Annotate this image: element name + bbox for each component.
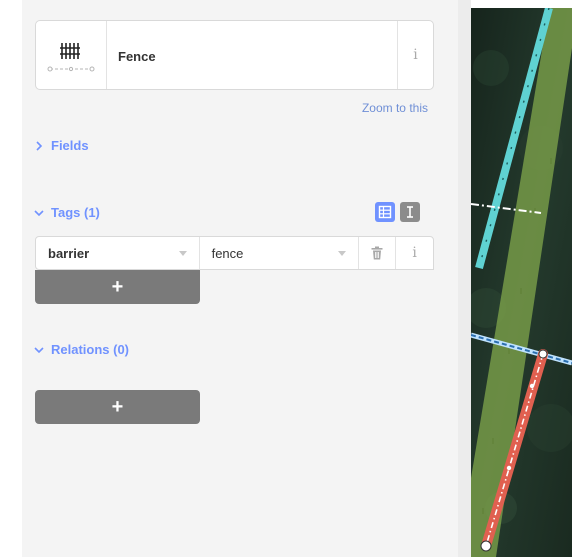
map-view[interactable]	[471, 8, 572, 557]
map-canvas[interactable]	[471, 8, 572, 557]
chevron-down-icon	[34, 346, 44, 353]
chevron-down-icon	[34, 209, 44, 216]
list-view-toggle[interactable]	[375, 202, 395, 222]
vertex-node[interactable]	[538, 349, 548, 359]
relations-section-toggle[interactable]: Relations (0)	[33, 342, 129, 357]
trash-icon	[371, 246, 383, 260]
list-view-icon	[378, 205, 392, 219]
vertex-node[interactable]	[506, 465, 512, 471]
fields-section-toggle[interactable]: Fields	[33, 138, 89, 153]
tag-value-value: fence	[211, 245, 244, 261]
plus-icon: +	[111, 275, 124, 298]
preset-card[interactable]: Fence i	[35, 20, 434, 90]
vertex-node[interactable]	[529, 383, 535, 389]
preset-icon-box	[36, 21, 107, 89]
chevron-down-icon	[338, 251, 347, 256]
info-icon: i	[412, 245, 417, 261]
tag-info-button[interactable]: i	[396, 237, 433, 269]
tag-key-value: barrier	[48, 245, 90, 261]
fence-icon	[47, 43, 95, 72]
app-root: Fence i Zoom to this Fields Tags (1) bar…	[0, 0, 572, 557]
relations-section-label: Relations (0)	[51, 342, 130, 357]
panel-divider[interactable]	[458, 0, 471, 557]
plus-icon: +	[111, 395, 124, 418]
preset-info-button[interactable]: i	[397, 21, 433, 89]
zoom-to-this-link[interactable]: Zoom to this	[362, 101, 428, 115]
tag-row: barrier fence i	[35, 236, 434, 270]
vertex-node[interactable]	[480, 540, 492, 552]
chevron-right-icon	[36, 140, 43, 151]
fields-section-label: Fields	[51, 138, 89, 153]
tags-section-toggle[interactable]: Tags (1)	[33, 205, 100, 220]
tag-key-input[interactable]: barrier	[36, 237, 200, 269]
info-icon: i	[413, 47, 418, 63]
preset-name: Fence	[118, 49, 156, 64]
tag-value-input[interactable]: fence	[200, 237, 360, 269]
delete-tag-button[interactable]	[359, 237, 397, 269]
chevron-down-icon	[178, 251, 187, 256]
text-view-toggle[interactable]	[400, 202, 420, 222]
add-relation-button[interactable]: +	[35, 390, 200, 424]
add-tag-button[interactable]: +	[35, 270, 200, 304]
text-view-icon	[407, 206, 413, 218]
tags-section-label: Tags (1)	[51, 205, 100, 220]
